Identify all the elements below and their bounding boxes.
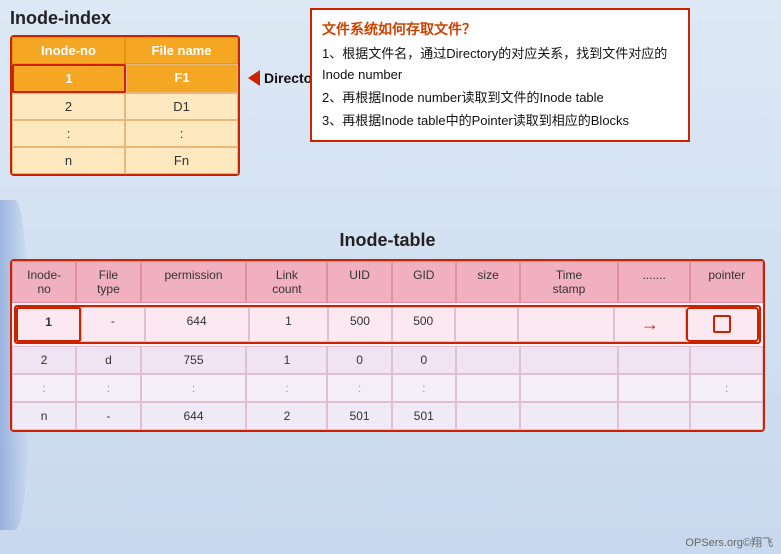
it-cell-1-gid: 500 [392,307,455,342]
it-cell-1-timestamp [518,307,614,342]
inode-table-wrapper: Inode-no Filetype permission Linkcount U… [10,259,765,432]
it-cell-n-inode: n [12,402,76,430]
it-cell-1-pointer [686,307,759,342]
it-cell-2-timestamp [520,346,618,374]
it-cell-2-dots [618,346,691,374]
inode-index-section: Inode-index Inode-no File name 1 F1 2 D1… [10,8,240,176]
it-cell-dots-inode: : [12,374,76,402]
idx-row-2: 2 D1 [12,93,238,120]
idx-cell-file-fn: Fn [125,147,238,174]
it-cell-dots-link: : [246,374,327,402]
it-header-uid: UID [327,261,391,303]
it-cell-dots-timestamp [520,374,618,402]
it-row-n: n - 644 2 501 501 [12,402,763,430]
inode-table-section: Inode-table Inode-no Filetype permission… [10,230,765,432]
it-cell-dots-size [456,374,520,402]
it-header-permission: permission [141,261,247,303]
it-cell-n-gid: 501 [392,402,456,430]
idx-cell-file-d1: D1 [125,93,238,120]
idx-cell-inode-2: 2 [12,93,125,120]
it-header-gid: GID [392,261,456,303]
it-cell-dots-permission: : [141,374,247,402]
info-box: 文件系统如何存取文件？ 1、根据文件名，通过Directory的对应关系，找到文… [310,8,690,142]
it-row-dots: : : : : : : : [12,374,763,402]
idx-cell-inode-dots: : [12,120,125,147]
it-cell-1-link: 1 [249,307,329,342]
it-cell-1-type: - [81,307,144,342]
idx-cell-inode-n: n [12,147,125,174]
it-cell-1-size [455,307,518,342]
it-cell-2-permission: 755 [141,346,247,374]
it-cell-1-dots: → [614,307,685,342]
it-row-1: 1 - 644 1 500 500 → [14,305,761,344]
it-cell-2-uid: 0 [327,346,391,374]
watermark: OPSers.org©翔飞 [685,534,773,550]
info-box-line-1: 1、根据文件名，通过Directory的对应关系，找到文件对应的Inode nu… [322,44,678,86]
it-cell-dots-extra [618,374,691,402]
inode-table-title: Inode-table [10,230,765,251]
it-header-inode-no: Inode-no [12,261,76,303]
it-header-link-count: Linkcount [246,261,327,303]
it-cell-2-link: 1 [246,346,327,374]
it-cell-dots-type: : [76,374,140,402]
it-cell-2-pointer [690,346,763,374]
idx-row-1: 1 F1 [12,64,238,93]
info-box-title: 文件系统如何存取文件？ [322,18,678,40]
it-cell-n-pointer [690,402,763,430]
main-container: Inode-index Inode-no File name 1 F1 2 D1… [0,0,781,554]
it-cell-n-uid: 501 [327,402,391,430]
it-header-row: Inode-no Filetype permission Linkcount U… [12,261,763,303]
it-cell-n-dots [618,402,691,430]
idx-row-dots: : : [12,120,238,147]
idx-cell-inode-1: 1 [12,64,126,93]
inode-index-title: Inode-index [10,8,240,29]
it-header-dots: ....... [618,261,691,303]
it-row-2: 2 d 755 1 0 0 [12,346,763,374]
idx-row-n: n Fn [12,147,238,174]
idx-cell-file-dots: : [125,120,238,147]
it-cell-2-inode: 2 [12,346,76,374]
idx-header-row: Inode-no File name [12,37,238,64]
idx-header-file-name: File name [125,37,238,64]
it-cell-n-size [456,402,520,430]
it-cell-2-type: d [76,346,140,374]
it-cell-n-link: 2 [246,402,327,430]
it-cell-1-inode: 1 [16,307,81,342]
inode-index-table: Inode-no File name 1 F1 2 D1 : : n Fn [10,35,240,176]
it-header-size: size [456,261,520,303]
it-cell-dots-pointer: : [690,374,763,402]
it-header-pointer: pointer [690,261,763,303]
info-box-line-3: 3、再根据Inode table中的Pointer读取到相应的Blocks [322,111,678,132]
it-cell-n-timestamp [520,402,618,430]
it-cell-dots-gid: : [392,374,456,402]
it-cell-2-size [456,346,520,374]
arrow-left-icon [248,70,260,86]
it-header-file-type: Filetype [76,261,140,303]
idx-cell-file-f1: F1 [126,64,238,93]
it-cell-1-uid: 500 [328,307,391,342]
idx-header-inode-no: Inode-no [12,37,125,64]
it-cell-n-permission: 644 [141,402,247,430]
it-cell-n-type: - [76,402,140,430]
it-cell-2-gid: 0 [392,346,456,374]
info-box-line-2: 2、再根据Inode number读取到文件的Inode table [322,88,678,109]
it-header-timestamp: Timestamp [520,261,618,303]
it-cell-1-permission: 644 [145,307,249,342]
it-cell-dots-uid: : [327,374,391,402]
